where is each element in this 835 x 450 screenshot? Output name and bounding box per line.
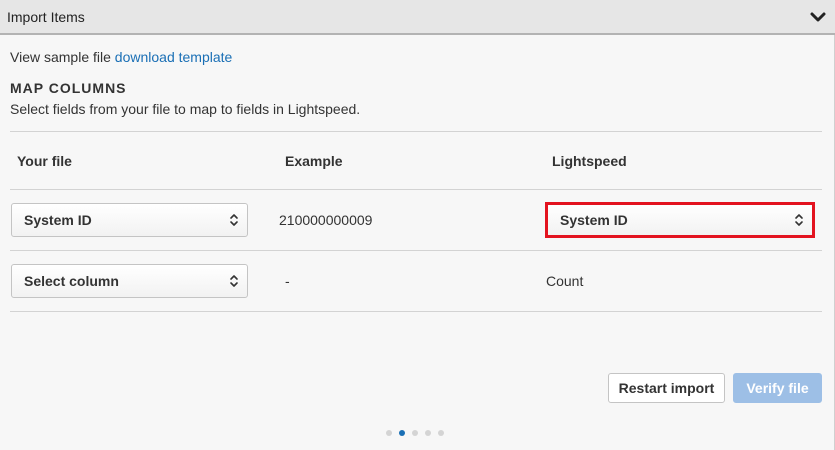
divider (10, 311, 822, 312)
section-description: Select fields from your file to map to f… (10, 101, 361, 117)
example-value-row-1: 210000000009 (279, 212, 373, 228)
select-value: System ID (24, 212, 92, 228)
step-dot-3[interactable] (412, 430, 418, 436)
select-value: Select column (24, 273, 119, 289)
column-header-example: Example (285, 153, 343, 169)
sample-file-prefix: View sample file (10, 49, 111, 65)
your-file-select-row-1[interactable]: System ID (11, 203, 248, 237)
step-dot-5[interactable] (438, 430, 444, 436)
column-header-your-file: Your file (17, 153, 72, 169)
column-header-lightspeed: Lightspeed (552, 153, 627, 169)
divider (10, 131, 822, 132)
sample-file-line: View sample file download template (10, 49, 232, 65)
divider (10, 250, 822, 251)
restart-import-button[interactable]: Restart import (608, 373, 725, 403)
chevron-down-icon[interactable] (807, 6, 829, 28)
select-value: System ID (560, 212, 628, 228)
download-template-link[interactable]: download template (115, 49, 233, 65)
section-title: MAP COLUMNS (10, 80, 127, 96)
divider (10, 189, 822, 190)
your-file-select-row-2[interactable]: Select column (11, 264, 248, 298)
panel-title: Import Items (7, 9, 85, 25)
updown-arrows-icon (794, 213, 804, 227)
panel-header[interactable]: Import Items (0, 0, 835, 35)
lightspeed-value-row-2: Count (546, 273, 584, 289)
import-items-panel: Import Items View sample file download t… (0, 0, 835, 450)
updown-arrows-icon (229, 274, 239, 288)
lightspeed-select-row-1[interactable]: System ID (547, 203, 813, 237)
step-dot-1[interactable] (386, 430, 392, 436)
verify-file-button[interactable]: Verify file (733, 373, 822, 403)
step-dot-2[interactable] (399, 430, 405, 436)
step-dot-4[interactable] (425, 430, 431, 436)
updown-arrows-icon (229, 213, 239, 227)
example-value-row-2: - (285, 273, 290, 289)
